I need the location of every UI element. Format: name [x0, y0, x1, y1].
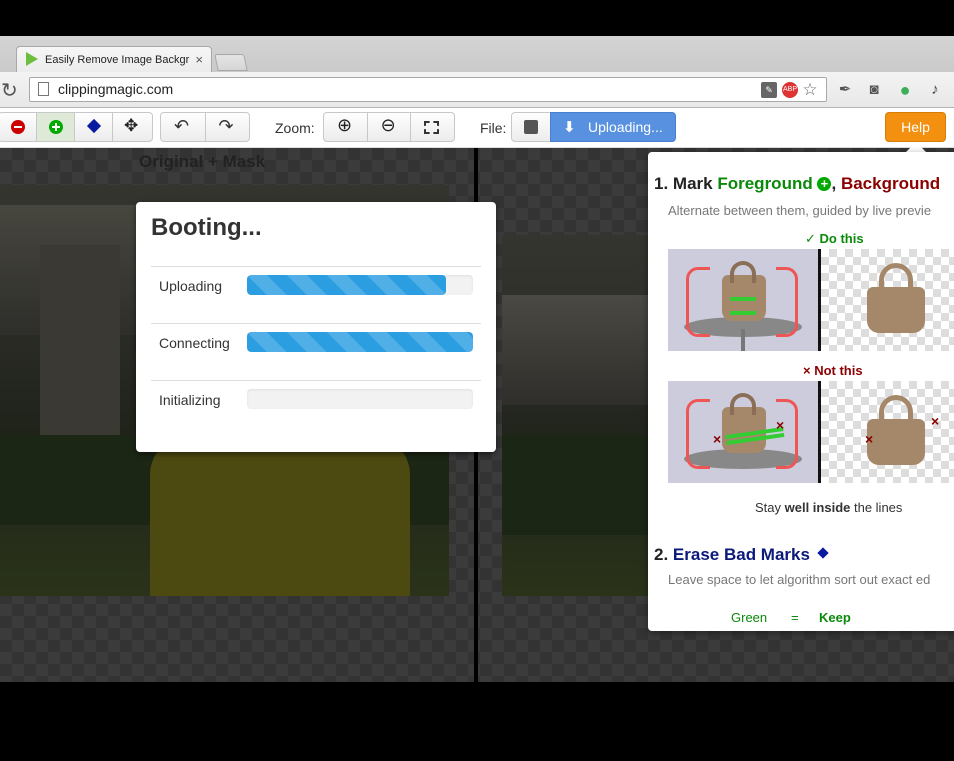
help-popover-caret	[906, 142, 926, 152]
bag-with-marks-image	[668, 249, 818, 351]
adblock-icon[interactable]: ABP	[782, 82, 798, 98]
do-this-illustration	[668, 249, 954, 351]
comma: ,	[831, 174, 837, 193]
pan-button[interactable]: ✥	[113, 113, 151, 141]
not-this-label: × Not this	[803, 363, 863, 378]
result-image[interactable]	[502, 235, 648, 596]
pen-extension-icon[interactable]: ✒	[835, 80, 855, 100]
progress-label: Uploading	[159, 278, 223, 294]
progress-label: Connecting	[159, 335, 230, 351]
bag-with-bad-marks-image: × ×	[668, 381, 818, 483]
progress-row-connecting: Connecting	[151, 323, 481, 380]
legend-color: Green	[731, 610, 768, 625]
left-pane-label: Original + Mask	[139, 152, 266, 171]
bookmark-star-icon[interactable]: ☆	[802, 81, 818, 98]
floppy-disk-icon	[524, 120, 538, 134]
green-drop-extension-icon[interactable]: ●	[895, 80, 915, 100]
zoom-in-button[interactable]: ⊕	[324, 113, 368, 141]
minus-circle-icon	[11, 120, 25, 134]
move-icon: ✥	[124, 116, 139, 135]
x-mark-icon: ×	[865, 431, 874, 447]
progress-label: Initializing	[159, 392, 221, 408]
zoom-label: Zoom:	[275, 120, 315, 136]
erase-bad-marks-text: Erase Bad Marks	[672, 545, 810, 564]
new-tab-button[interactable]	[214, 54, 248, 71]
stay-inside-hint: Stay well inside the lines	[755, 500, 902, 515]
step1-subtitle: Alternate between them, guided by live p…	[668, 203, 932, 218]
background-marker-button[interactable]	[0, 113, 37, 141]
plus-circle-icon	[49, 120, 63, 134]
redo-button[interactable]: ↷	[206, 113, 250, 141]
progress-row-uploading: Uploading	[151, 266, 481, 323]
tool-group: ✥	[0, 112, 153, 142]
not-this-illustration: × × × ×	[668, 381, 954, 483]
address-bar[interactable]: clippingmagic.com ✎ ABP ☆	[29, 77, 827, 102]
zoom-group: ⊕ ⊖	[323, 112, 455, 142]
progress-row-initializing: Initializing	[151, 380, 481, 437]
app-toolbar: ✥ ↶ ↷ Zoom: ⊕ ⊖ File: ⬇ Uploading... Hel…	[0, 108, 954, 148]
step2-heading: 2. Erase Bad Marks	[654, 545, 829, 565]
foreground-text: Foreground	[717, 174, 813, 193]
browser-tab[interactable]: Easily Remove Image Backgr ×	[16, 46, 212, 72]
upload-button[interactable]: ⬇ Uploading...	[550, 112, 676, 142]
fit-to-window-button[interactable]	[411, 113, 454, 141]
zoom-out-icon: ⊖	[380, 115, 396, 135]
plus-circle-icon: +	[817, 177, 832, 191]
page-icon	[38, 82, 49, 96]
help-popover: 1. Mark Foreground +, Background Alterna…	[648, 152, 954, 631]
background-text: Background	[840, 174, 941, 193]
eraser-button[interactable]	[75, 113, 113, 141]
do-this-label: ✓ Do this	[805, 231, 864, 246]
upload-label: Uploading...	[588, 119, 663, 135]
fullscreen-icon	[424, 121, 440, 134]
zoom-in-icon: ⊕	[337, 115, 353, 135]
x-mark-icon: ×	[776, 417, 785, 433]
legend-equals: =	[791, 610, 799, 625]
undo-icon: ↶	[174, 116, 190, 136]
hint-text: the lines	[850, 500, 903, 515]
download-arrow-icon: ⬇	[563, 119, 576, 136]
browser-tab-bar: Easily Remove Image Backgr ×	[0, 36, 954, 94]
booting-dialog: Booting... Uploading Connecting Initiali…	[136, 202, 496, 452]
tab-close-icon[interactable]: ×	[195, 52, 203, 67]
browser-nav-bar: ↻ clippingmagic.com ✎ ABP ☆ ✒ ◙ ● ♪	[0, 72, 954, 108]
help-button[interactable]: Help	[885, 112, 946, 142]
tab-title: Easily Remove Image Backgr	[45, 54, 190, 66]
file-label: File:	[480, 120, 507, 136]
save-group	[511, 112, 551, 142]
history-group: ↶ ↷	[160, 112, 250, 142]
foreground-marker-button[interactable]	[37, 113, 75, 141]
pocket-icon[interactable]: ◙	[864, 80, 884, 100]
settings-extension-icon[interactable]: ♪	[925, 80, 945, 100]
zoom-out-button[interactable]: ⊖	[368, 113, 412, 141]
undo-button[interactable]: ↶	[161, 113, 206, 141]
bag-bad-cutout-image: × ×	[821, 381, 954, 483]
redo-icon: ↷	[218, 116, 234, 136]
step-number: 1.	[654, 174, 669, 193]
progress-track	[247, 332, 473, 352]
step1-heading: 1. Mark Foreground +, Background	[654, 174, 940, 194]
wrench-extension-icon[interactable]: ✎	[761, 82, 777, 98]
bag-cutout-image	[821, 249, 954, 351]
progress-track	[247, 275, 473, 295]
x-mark-icon: ×	[713, 431, 722, 447]
save-button[interactable]	[512, 113, 550, 141]
reload-icon[interactable]: ↻	[1, 78, 18, 103]
clippingmagic-favicon-icon	[26, 52, 38, 66]
progress-fill	[247, 275, 446, 295]
progress-track	[247, 389, 473, 409]
hint-emphasis: well inside	[784, 500, 851, 515]
hint-text: Stay	[755, 500, 785, 515]
step2-subtitle: Leave space to let algorithm sort out ex…	[668, 572, 931, 587]
step1-mark-text: Mark	[672, 174, 713, 193]
eraser-icon	[817, 547, 829, 559]
step-number: 2.	[654, 545, 669, 564]
legend-value: Keep	[819, 610, 851, 625]
url-text[interactable]: clippingmagic.com	[58, 81, 173, 97]
dialog-title: Booting...	[151, 214, 262, 241]
x-mark-icon: ×	[931, 413, 940, 429]
progress-fill	[247, 332, 473, 352]
eraser-icon	[86, 118, 102, 134]
